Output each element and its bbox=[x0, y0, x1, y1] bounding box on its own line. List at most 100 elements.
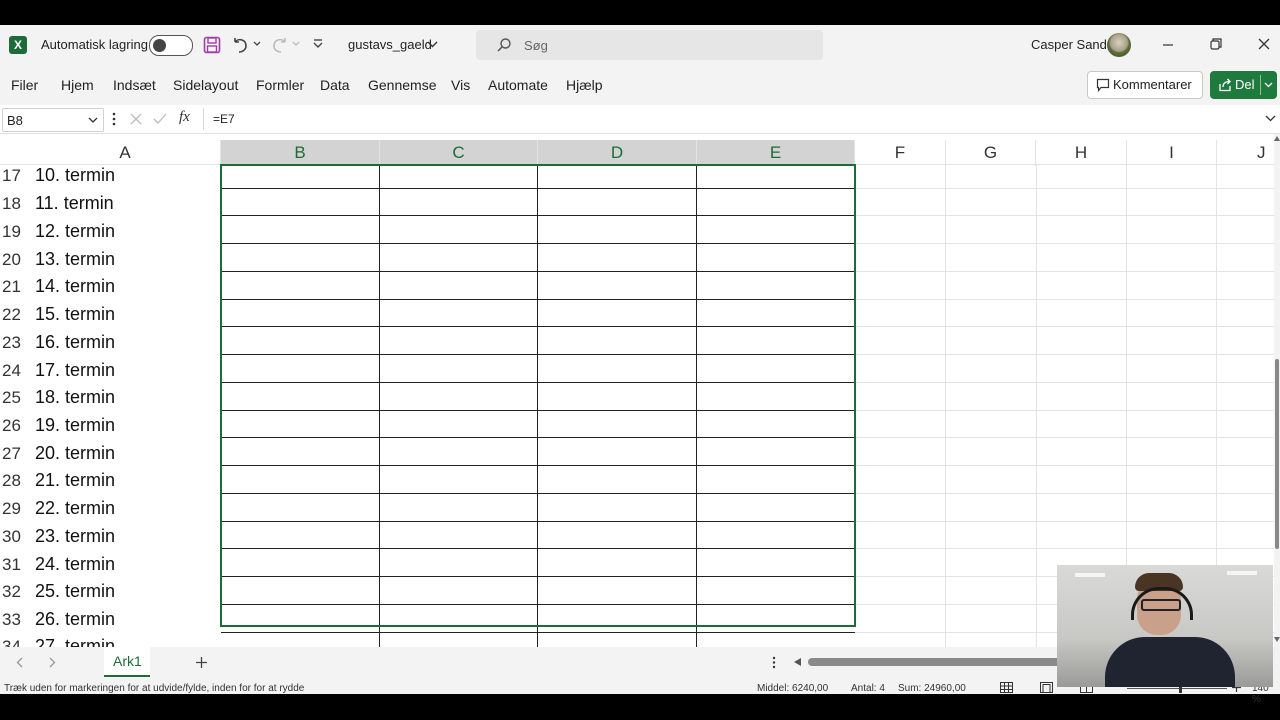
autosave-toggle[interactable] bbox=[149, 35, 193, 56]
cell-a[interactable]: 11. termin bbox=[35, 193, 114, 214]
vertical-scroll-thumb[interactable] bbox=[1275, 359, 1279, 549]
column-header-c[interactable]: C bbox=[380, 140, 538, 166]
row-number[interactable]: 22 bbox=[0, 305, 32, 325]
column-header-b[interactable]: B bbox=[221, 140, 380, 166]
cell-a[interactable]: 25. termin bbox=[35, 581, 115, 602]
row-number[interactable]: 29 bbox=[0, 499, 32, 519]
redo-icon[interactable] bbox=[271, 36, 289, 54]
scroll-up-icon[interactable] bbox=[1274, 136, 1280, 141]
comments-button[interactable]: Kommentarer bbox=[1087, 71, 1203, 99]
confirm-edit-icon[interactable] bbox=[153, 113, 167, 125]
column-header-j[interactable]: J bbox=[1217, 140, 1274, 166]
cell-a[interactable]: 15. termin bbox=[35, 304, 115, 325]
minimize-icon[interactable] bbox=[1162, 39, 1174, 51]
cell-a[interactable]: 21. termin bbox=[35, 470, 115, 491]
cell-a[interactable]: 17. termin bbox=[35, 360, 115, 381]
page-layout-view-icon[interactable] bbox=[1040, 682, 1053, 693]
normal-view-icon[interactable] bbox=[1000, 682, 1013, 693]
row-number[interactable]: 28 bbox=[0, 471, 32, 491]
column-header-a[interactable]: A bbox=[30, 140, 221, 166]
share-button[interactable]: Del bbox=[1210, 71, 1277, 99]
row-number[interactable]: 23 bbox=[0, 333, 32, 353]
row-number[interactable]: 33 bbox=[0, 610, 32, 630]
menu-home[interactable]: Hjem bbox=[61, 77, 94, 93]
row-number[interactable]: 31 bbox=[0, 555, 32, 575]
column-header-f[interactable]: F bbox=[855, 140, 946, 166]
cell-a[interactable]: 19. termin bbox=[35, 415, 115, 436]
menu-file[interactable]: Filer bbox=[11, 77, 38, 93]
cell-a[interactable]: 12. termin bbox=[35, 221, 115, 242]
restore-icon[interactable] bbox=[1210, 38, 1222, 50]
menu-view[interactable]: Vis bbox=[451, 77, 470, 93]
scroll-left-icon[interactable] bbox=[794, 658, 801, 666]
menu-page-layout[interactable]: Sidelayout bbox=[173, 77, 238, 93]
row-number[interactable]: 27 bbox=[0, 444, 32, 464]
undo-icon[interactable] bbox=[231, 36, 249, 54]
zoom-slider[interactable] bbox=[1127, 684, 1227, 693]
search-box[interactable]: Søg bbox=[476, 30, 823, 60]
menu-formulas[interactable]: Formler bbox=[256, 77, 304, 93]
cancel-edit-icon[interactable] bbox=[130, 113, 142, 125]
file-name[interactable]: gustavs_gaeld bbox=[348, 37, 432, 52]
avatar[interactable] bbox=[1107, 33, 1131, 57]
row-number[interactable]: 30 bbox=[0, 527, 32, 547]
status-sum[interactable]: Sum: 24960,00 bbox=[898, 683, 966, 694]
selection-range[interactable] bbox=[220, 164, 856, 627]
column-header-g[interactable]: G bbox=[946, 140, 1036, 166]
row-number[interactable]: 26 bbox=[0, 416, 32, 436]
scroll-down-icon[interactable] bbox=[1274, 637, 1280, 642]
undo-dropdown-icon[interactable] bbox=[253, 41, 261, 47]
row-number[interactable]: 19 bbox=[0, 222, 32, 242]
cell-a[interactable]: 24. termin bbox=[35, 554, 115, 575]
menu-data[interactable]: Data bbox=[320, 77, 350, 93]
filename-chevron-down-icon[interactable] bbox=[427, 41, 438, 48]
more-sheets-icon[interactable] bbox=[772, 656, 776, 669]
menu-insert[interactable]: Indsæt bbox=[113, 77, 156, 93]
row-number[interactable]: 32 bbox=[0, 582, 32, 602]
row-number[interactable]: 25 bbox=[0, 388, 32, 408]
status-count[interactable]: Antal: 4 bbox=[851, 683, 885, 694]
previous-sheet-chevron-left-icon[interactable] bbox=[16, 657, 23, 668]
status-average[interactable]: Middel: 6240,00 bbox=[757, 683, 828, 694]
row-number[interactable]: 18 bbox=[0, 194, 32, 214]
cell-a[interactable]: 22. termin bbox=[35, 498, 115, 519]
vertical-scrollbar[interactable] bbox=[1274, 134, 1280, 647]
cell-a[interactable]: 16. termin bbox=[35, 332, 115, 353]
name-box-chevron-down-icon[interactable] bbox=[88, 117, 98, 124]
column-header-d[interactable]: D bbox=[538, 140, 697, 166]
row-number[interactable]: 20 bbox=[0, 250, 32, 270]
user-name[interactable]: Casper Sand bbox=[1031, 37, 1107, 52]
expand-formula-chevron-down-icon[interactable] bbox=[1265, 115, 1276, 122]
menu-review[interactable]: Gennemse bbox=[368, 77, 436, 93]
row-number[interactable]: 24 bbox=[0, 361, 32, 381]
cell-a[interactable]: 27. termin bbox=[35, 636, 115, 647]
close-icon[interactable] bbox=[1258, 38, 1270, 50]
sheet-tab-ark1[interactable]: Ark1 bbox=[104, 647, 150, 677]
column-header-i[interactable]: I bbox=[1127, 140, 1217, 166]
column-header-e[interactable]: E bbox=[697, 140, 855, 166]
add-sheet-icon[interactable] bbox=[195, 656, 208, 669]
gridline bbox=[1036, 164, 1037, 647]
cell-a[interactable]: 26. termin bbox=[35, 609, 115, 630]
row-number[interactable]: 21 bbox=[0, 277, 32, 297]
formula-input[interactable]: =E7 bbox=[213, 112, 235, 126]
more-options-icon[interactable] bbox=[112, 112, 116, 126]
save-icon[interactable] bbox=[203, 36, 221, 54]
next-sheet-chevron-right-icon[interactable] bbox=[49, 657, 56, 668]
cell-a[interactable]: 13. termin bbox=[35, 249, 115, 270]
row-number[interactable]: 34 bbox=[0, 637, 32, 647]
redo-dropdown-icon[interactable] bbox=[292, 41, 300, 47]
cell-a[interactable]: 23. termin bbox=[35, 526, 115, 547]
cell-a[interactable]: 18. termin bbox=[35, 387, 115, 408]
share-chevron-down-icon[interactable] bbox=[1264, 82, 1273, 88]
cell-a[interactable]: 20. termin bbox=[35, 443, 115, 464]
row-number[interactable]: 17 bbox=[0, 166, 32, 186]
column-header-h[interactable]: H bbox=[1036, 140, 1127, 166]
cell-a[interactable]: 10. termin bbox=[35, 165, 115, 186]
menu-automate[interactable]: Automate bbox=[488, 77, 548, 93]
insert-function-icon[interactable]: fx bbox=[179, 109, 190, 126]
menu-help[interactable]: Hjælp bbox=[566, 77, 603, 93]
customize-toolbar-icon[interactable] bbox=[313, 38, 323, 50]
name-box[interactable]: B8 bbox=[2, 108, 104, 132]
cell-a[interactable]: 14. termin bbox=[35, 276, 115, 297]
